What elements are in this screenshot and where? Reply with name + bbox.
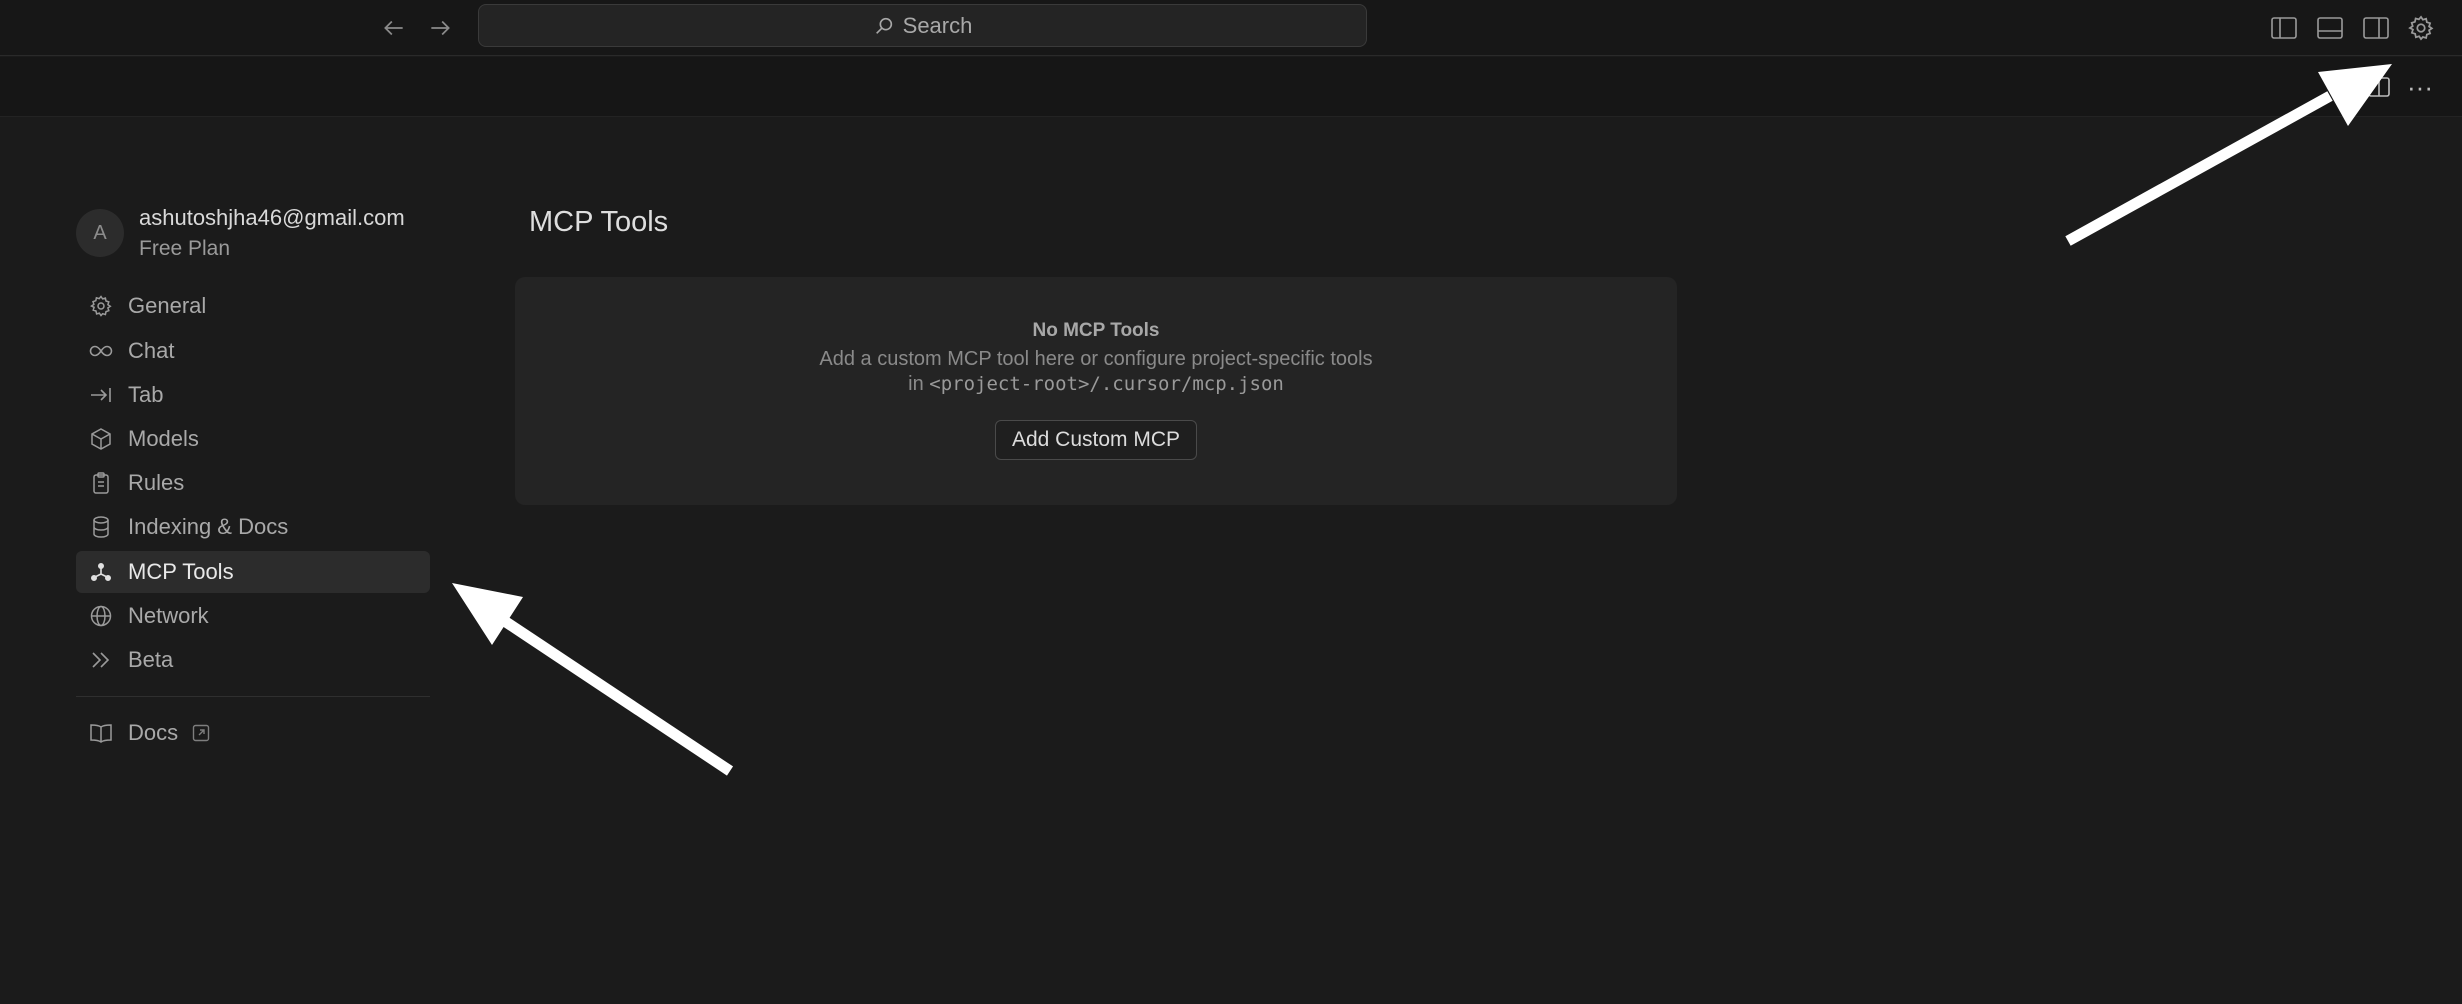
- avatar: A: [76, 209, 124, 257]
- toggle-primary-sidebar-icon: [2271, 17, 2297, 39]
- clipboard-icon: [88, 470, 114, 496]
- forward-button[interactable]: [422, 10, 458, 46]
- empty-state-panel: No MCP Tools Add a custom MCP tool here …: [515, 277, 1677, 505]
- avatar-initial: A: [93, 221, 107, 244]
- sidebar-item-label: Docs: [128, 720, 179, 745]
- search-placeholder: Search: [902, 12, 973, 38]
- sidebar-item-mcp-tools[interactable]: MCP Tools: [76, 551, 430, 593]
- globe-icon: [88, 603, 114, 629]
- mcp-nodes-icon: [88, 559, 114, 585]
- split-editor-icon: [2368, 77, 2390, 97]
- more-icon: ···: [2407, 71, 2433, 102]
- user-plan: Free Plan: [139, 237, 231, 260]
- infinity-icon: [88, 338, 114, 364]
- arrow-right-icon: [431, 20, 450, 36]
- empty-state-description: Add a custom MCP tool here or configure …: [819, 348, 1373, 370]
- back-button[interactable]: [376, 10, 412, 46]
- search-bar[interactable]: Search: [478, 4, 1367, 47]
- external-link-icon: [192, 724, 210, 742]
- sidebar-item-rules[interactable]: Rules: [76, 462, 430, 504]
- tab-arrow-icon: [88, 382, 114, 408]
- gear-icon: [88, 293, 114, 319]
- settings-gear-icon: [2408, 15, 2434, 41]
- database-icon: [88, 514, 114, 540]
- page-title: MCP Tools: [529, 206, 669, 238]
- empty-state-path-prefix: in: [908, 373, 930, 395]
- sidebar-item-label: Network: [128, 603, 209, 628]
- user-email: ashutoshjha46@gmail.com: [139, 205, 405, 230]
- editor-toolbar: [0, 57, 2462, 117]
- book-icon: [88, 720, 114, 746]
- search-icon: [875, 17, 892, 34]
- toggle-secondary-sidebar-icon: [2363, 17, 2389, 39]
- sidebar-item-label: Chat: [128, 338, 175, 363]
- annotation-arrow-sidebar: [452, 583, 734, 776]
- arrow-left-icon: [384, 20, 403, 36]
- sidebar-item-label: Indexing & Docs: [128, 514, 289, 539]
- toggle-panel-button[interactable]: [2314, 12, 2346, 44]
- add-custom-mcp-button[interactable]: Add Custom MCP: [995, 420, 1197, 460]
- sidebar-item-beta[interactable]: Beta: [76, 639, 430, 681]
- sidebar-item-chat[interactable]: Chat: [76, 330, 430, 372]
- settings-button[interactable]: [2405, 12, 2437, 44]
- sidebar-item-label: MCP Tools: [128, 559, 234, 584]
- title-bar: Search: [0, 0, 2462, 56]
- sidebar-item-tab[interactable]: Tab: [76, 374, 430, 416]
- sidebar-item-label: Models: [128, 426, 199, 451]
- double-chevron-icon: [88, 647, 114, 673]
- sidebar-item-indexing-docs[interactable]: Indexing & Docs: [76, 506, 430, 548]
- empty-state-title: No MCP Tools: [1032, 320, 1160, 341]
- config-path: <project-root>/.cursor/mcp.json: [929, 373, 1284, 395]
- toggle-secondary-sidebar-button[interactable]: [2360, 12, 2392, 44]
- sidebar-item-general[interactable]: General: [76, 285, 430, 327]
- sidebar-item-label: Rules: [128, 470, 185, 495]
- sidebar-item-models[interactable]: Models: [76, 418, 430, 460]
- split-editor-button[interactable]: [2362, 70, 2396, 104]
- toggle-panel-icon: [2317, 17, 2343, 39]
- sidebar-item-network[interactable]: Network: [76, 595, 430, 637]
- sidebar-divider: [76, 696, 430, 697]
- empty-state-path-line: in <project-root>/.cursor/mcp.json: [515, 373, 1677, 396]
- sidebar-item-label: General: [128, 293, 207, 318]
- sidebar-item-docs[interactable]: Docs: [76, 712, 430, 754]
- sidebar-item-label: Beta: [128, 647, 174, 672]
- toggle-primary-sidebar-button[interactable]: [2268, 12, 2300, 44]
- cube-icon: [88, 426, 114, 452]
- more-actions-button[interactable]: ···: [2403, 70, 2437, 104]
- sidebar-item-label: Tab: [128, 382, 164, 407]
